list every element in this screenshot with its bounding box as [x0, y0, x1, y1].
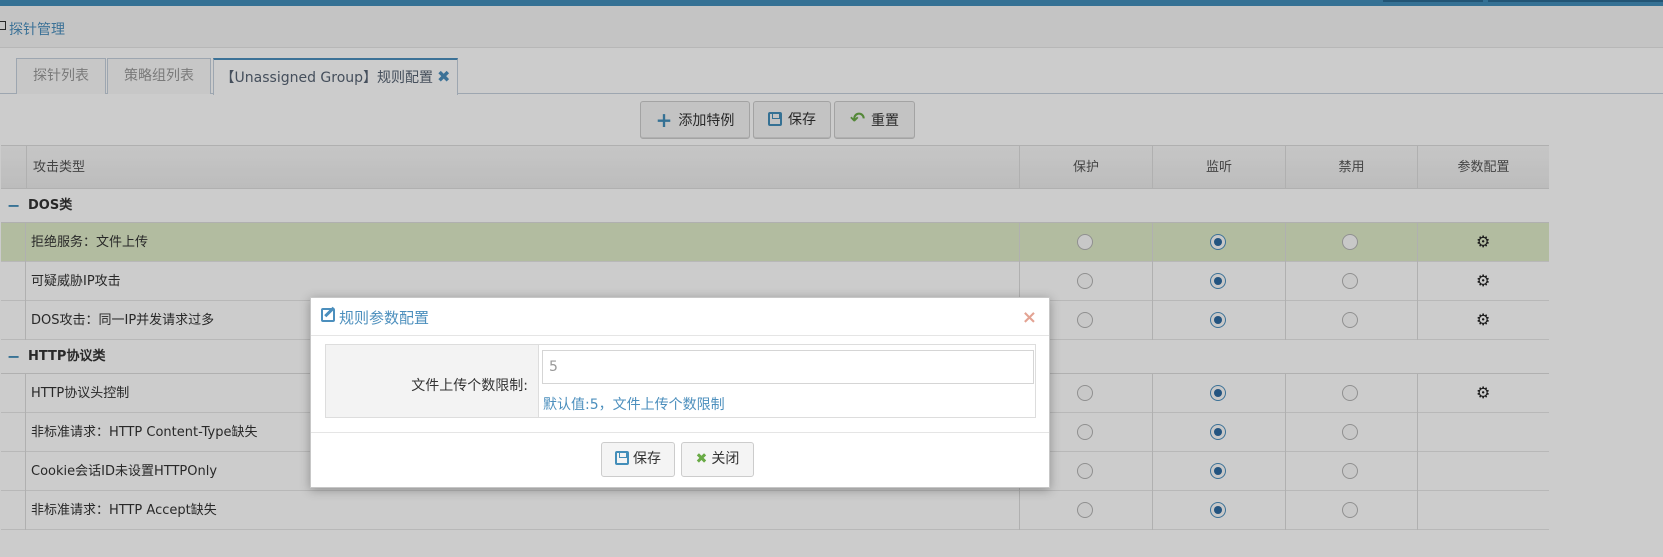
- rule-param-dialog: 规则参数配置 × 文件上传个数限制: 5 默认值:5，文件上传个数限制 保存 ✖…: [310, 297, 1050, 488]
- dialog-close-button[interactable]: ✖ 关闭: [681, 442, 754, 477]
- field-label: 文件上传个数限制:: [411, 378, 528, 394]
- button-label: 关闭: [711, 451, 740, 467]
- dialog-title: 规则参数配置: [339, 309, 430, 327]
- label-cell: 文件上传个数限制:: [326, 345, 539, 417]
- dialog-header: 规则参数配置 ×: [311, 298, 1049, 336]
- param-form: 文件上传个数限制: 5 默认值:5，文件上传个数限制: [325, 344, 1036, 418]
- dialog-footer: 保存 ✖ 关闭: [311, 432, 1049, 488]
- edit-icon: [321, 308, 335, 322]
- save-icon: [615, 451, 629, 465]
- close-icon[interactable]: ×: [1022, 307, 1037, 328]
- dialog-save-button[interactable]: 保存: [601, 442, 675, 477]
- close-icon: ✖: [695, 451, 708, 467]
- upload-limit-input[interactable]: 5: [542, 350, 1034, 384]
- button-label: 保存: [633, 451, 661, 467]
- field-hint: 默认值:5，文件上传个数限制: [543, 397, 725, 413]
